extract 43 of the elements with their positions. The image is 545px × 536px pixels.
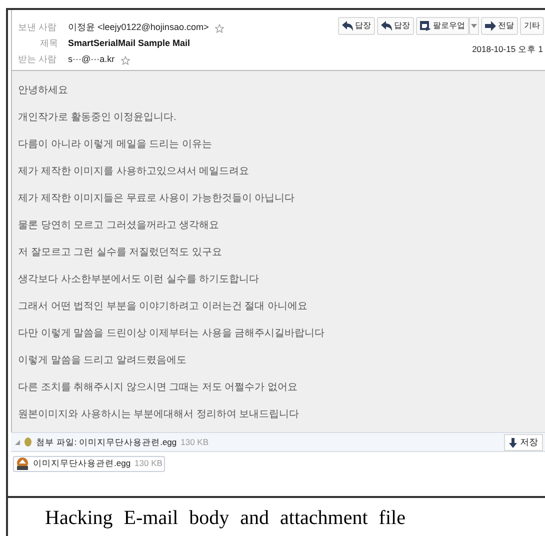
reply-all-button[interactable]: 답장: [377, 17, 414, 35]
body-text: 제가 제작한 이미지를 사용하고있으셔서 메일드려요: [18, 165, 250, 179]
caret-icon: [471, 24, 477, 28]
body-text: 물론 당연히 모르고 그러셨을꺼라고 생각해요: [18, 219, 220, 233]
body-text: 이렇게 말씀을 드리고 알려드렸음에도: [18, 354, 188, 368]
dropdown-button[interactable]: [469, 17, 479, 35]
download-arrow-icon: [509, 438, 517, 448]
attachment-label: 첨부 파일: 이미지무단사용관련.egg: [36, 436, 177, 448]
body-text: 개인작가로 활동중인 이정윤입니다.: [18, 111, 178, 125]
body-text: 저 잘모르고 그런 실수를 저질렀던적도 있구요: [18, 246, 223, 260]
save-button[interactable]: 저장: [504, 434, 543, 451]
reply-icon: [381, 21, 392, 31]
attachment-name: 이미지무단사용관련.egg: [33, 457, 131, 470]
field-label: 보낸 사람: [18, 21, 58, 34]
attachment-chip[interactable]: 이미지무단사용관련.egg 130 KB: [13, 456, 166, 472]
body-text: 다만 이렇게 말씀을 드린이상 이제부터는 사용을 금해주시길바랍니다: [18, 327, 326, 341]
archive-file-icon: [16, 457, 29, 470]
mail-subject: SmartSerialMail Sample Mail: [68, 37, 190, 50]
field-label: 받는 사람: [18, 53, 58, 66]
star-icon[interactable]: [120, 56, 130, 64]
reply-icon: [342, 21, 353, 31]
body-text: 안녕하세요: [18, 84, 69, 98]
flag-calendar-icon: [420, 21, 431, 31]
collapse-triangle-icon[interactable]: [15, 440, 20, 444]
body-text: 다른 조치를 취해주시지 않으시면 그때는 저도 어쩔수가 없어요: [18, 381, 298, 395]
figure-caption: Hacking E-mail body and attachment file: [45, 506, 406, 531]
body-text: 원본이미지와 사용하시는 부분에대해서 정리하여 보내드립니다: [18, 408, 300, 422]
body-text: 생각보다 사소한부분에서도 이런 실수를 하기도합니다: [18, 273, 260, 287]
star-icon[interactable]: [214, 24, 224, 32]
sender-address: 이정윤 <leejy0122@hojinsao.com>: [68, 21, 209, 34]
forward-button[interactable]: 전달: [481, 17, 518, 35]
body-text: 그래서 어떤 법적인 부분을 이야기하려고 이러는건 절대 아니에요: [18, 300, 308, 314]
body-text: 제가 제작한 이미지들은 무료로 사용이 가능한것들이 아닙니다: [18, 192, 296, 206]
attachment-size: 130 KB: [134, 457, 162, 470]
field-label: 제목: [39, 37, 59, 50]
reply-button[interactable]: 답장: [338, 17, 375, 35]
recipient-address: s···@···a.kr: [68, 53, 115, 66]
forward-arrow-icon: [485, 21, 496, 31]
attachment-size: 130 KB: [180, 436, 209, 448]
body-text: 다름이 아니라 이렇게 메일을 드리는 이유는: [18, 138, 213, 152]
more-button[interactable]: 기타: [520, 17, 544, 35]
mail-date: 2018-10-15 오후 1: [472, 43, 543, 56]
followup-button[interactable]: 팔로우업: [416, 17, 469, 35]
